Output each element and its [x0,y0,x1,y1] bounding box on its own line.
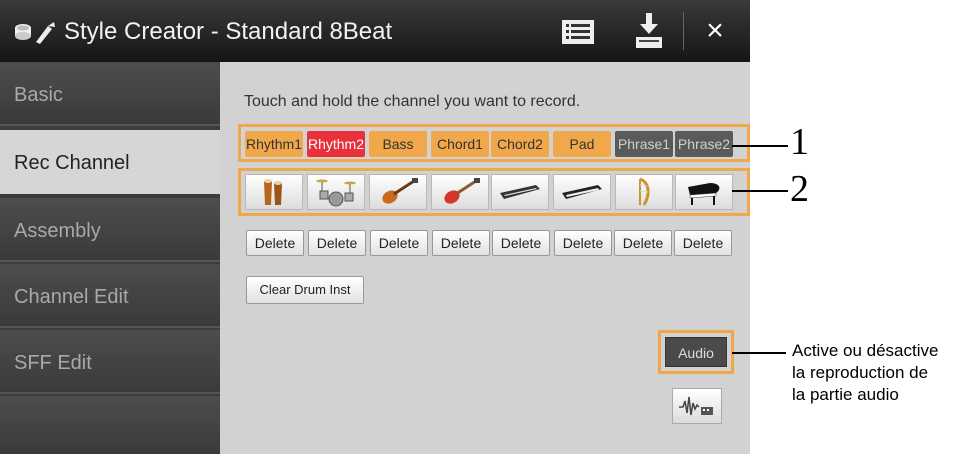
callout-2-line [732,190,788,192]
instrument-button[interactable] [245,174,303,210]
style-creator-icon [15,22,55,44]
channel-phrase1-button[interactable]: Phrase1 [615,131,673,157]
tab-label: Assembly [14,220,101,242]
instrument-button[interactable] [553,174,611,210]
instrument-button[interactable] [615,174,673,210]
tab-label: Rec Channel [14,152,130,174]
electric-guitar-icon [444,178,480,204]
delete-button[interactable]: Delete [308,230,366,256]
audio-wave-button[interactable] [672,388,722,424]
tab-empty [0,396,220,454]
instrument-button[interactable] [491,174,549,210]
callout-line-text: la partie audio [792,385,899,404]
channel-chord1-button[interactable]: Chord1 [431,131,489,157]
title-separator [683,12,684,50]
tab-rec-channel[interactable]: Rec Channel [0,130,222,194]
channel-chord2-button[interactable]: Chord2 [491,131,549,157]
delete-button[interactable]: Delete [492,230,550,256]
callout-1-number: 1 [790,121,809,163]
audio-wave-icon [679,396,713,416]
tab-assembly[interactable]: Assembly [0,198,220,262]
delete-button[interactable]: Delete [246,230,304,256]
channel-pad-button[interactable]: Pad [553,131,611,157]
title-bar: Style Creator - Standard 8Beat × [0,0,750,62]
save-download-icon[interactable] [636,13,662,49]
clear-drum-inst-button[interactable]: Clear Drum Inst [246,276,364,304]
close-button[interactable]: × [700,16,730,46]
window-title: Style Creator - Standard 8Beat [64,18,393,45]
sidebar: Basic Rec Channel Assembly Channel Edit … [0,62,222,454]
synth-keyboard-icon [500,185,540,199]
keyboard-icon [562,185,602,199]
list-menu-icon[interactable] [562,20,594,44]
instrument-selector [238,168,750,216]
delete-button[interactable]: Delete [554,230,612,256]
grand-piano-icon [688,183,720,205]
instrument-button[interactable] [675,174,733,210]
audio-button[interactable]: Audio [665,337,727,367]
channel-rhythm2-button[interactable]: Rhythm2 [307,131,365,157]
callout-2-number: 2 [790,168,809,210]
tab-label: Basic [14,84,63,106]
conga-icon [264,179,282,205]
callout-audio-line [732,352,786,354]
audio-toggle-frame: Audio [658,330,734,374]
tab-channel-edit[interactable]: Channel Edit [0,264,220,328]
rec-channel-panel: Touch and hold the channel you want to r… [220,62,750,454]
delete-button[interactable]: Delete [674,230,732,256]
tab-label: Channel Edit [14,286,129,308]
channel-bass-button[interactable]: Bass [369,131,427,157]
channel-selector: Rhythm1 Rhythm2 Bass Chord1 Chord2 Pad P… [238,124,750,162]
tab-sff-edit[interactable]: SFF Edit [0,330,220,394]
callout-1-line [732,145,788,147]
channel-rhythm1-button[interactable]: Rhythm1 [245,131,303,157]
delete-button[interactable]: Delete [370,230,428,256]
delete-button[interactable]: Delete [432,230,490,256]
instrument-button[interactable] [431,174,489,210]
tab-label: SFF Edit [14,352,92,374]
callout-line-text: Active ou désactive [792,341,939,360]
instrument-button[interactable] [307,174,365,210]
harp-icon [639,177,650,206]
channel-phrase2-button[interactable]: Phrase2 [675,131,733,157]
bass-guitar-icon [382,178,418,204]
audio-callout-text: Active ou désactive la reproduction de l… [792,340,938,406]
delete-button[interactable]: Delete [614,230,672,256]
instruction-text: Touch and hold the channel you want to r… [244,93,581,110]
callout-line-text: la reproduction de [792,363,929,382]
instrument-button[interactable] [369,174,427,210]
tab-basic[interactable]: Basic [0,62,220,126]
style-creator-screen: Style Creator - Standard 8Beat × Basic R… [0,0,750,454]
drum-kit-icon [316,179,356,207]
